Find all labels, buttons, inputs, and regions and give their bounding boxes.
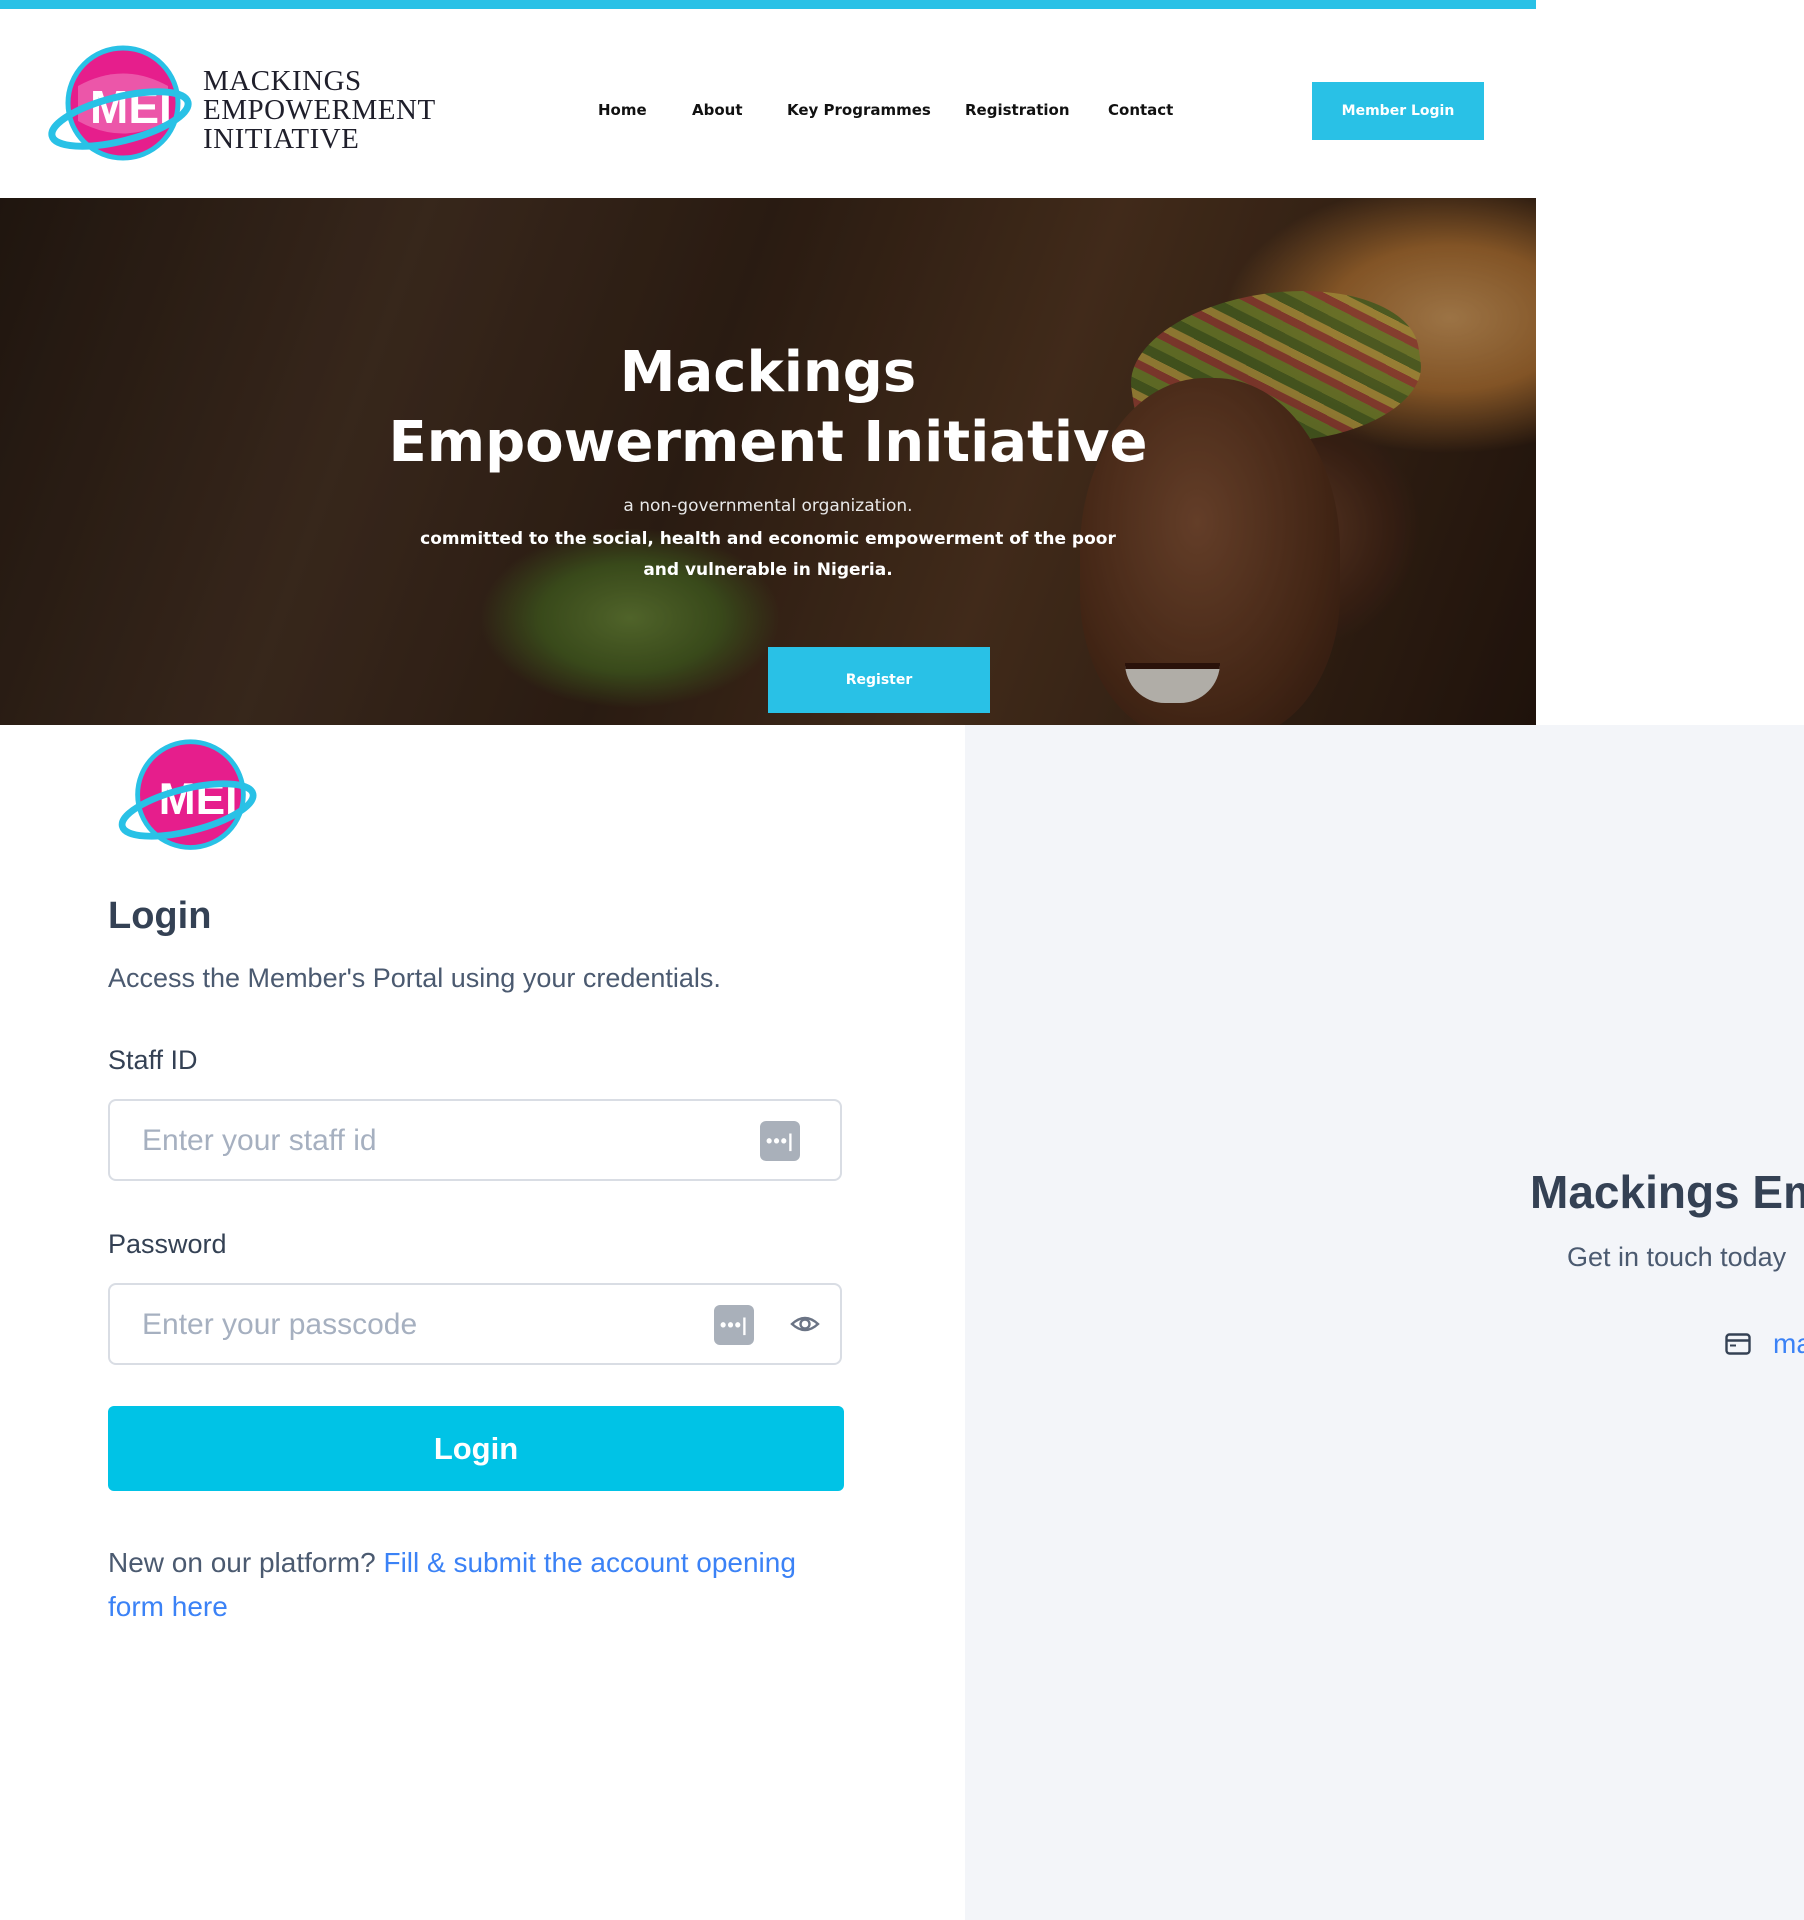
nav-home[interactable]: Home (598, 101, 647, 119)
staff-id-field[interactable]: •••| (108, 1099, 842, 1181)
mei-globe-logo-icon[interactable]: MEI (118, 735, 263, 860)
hero-subtitle: a non-governmental organization. (623, 496, 913, 516)
staff-id-input[interactable] (140, 1101, 704, 1181)
password-manager-icon[interactable]: •••| (760, 1121, 800, 1161)
site-header: MEI MACKINGS EMPOWERMENT INITIATIVE Home… (0, 9, 1536, 198)
contact-email-link[interactable]: ma (1773, 1328, 1804, 1360)
brand-line-2: EMPOWERMENT (203, 94, 436, 126)
password-manager-icon[interactable]: •••| (714, 1305, 754, 1345)
password-input[interactable] (140, 1285, 704, 1365)
hero-banner: Mackings Empowerment Initiative a non-go… (0, 198, 1536, 725)
mei-globe-logo-icon: MEI (48, 45, 192, 161)
login-title: Login (108, 895, 212, 937)
brand-wordmark: MACKINGS EMPOWERMENT INITIATIVE (203, 67, 436, 154)
hero-description: committed to the social, health and econ… (420, 529, 1116, 580)
hero-title-line-1: Mackings (619, 340, 917, 405)
brand-logo[interactable]: MEI MACKINGS EMPOWERMENT INITIATIVE (48, 41, 468, 181)
hero-title-line-2: Empowerment Initiative (388, 410, 1148, 475)
contact-subtitle: Get in touch today (1567, 1242, 1787, 1272)
contact-title: Mackings Em (1530, 1166, 1804, 1218)
contact-panel: Mackings Em Get in touch today ma (965, 725, 1804, 1920)
login-panel: MEI Login Access the Member's Portal usi… (0, 725, 965, 1920)
member-login-button[interactable]: Member Login (1312, 82, 1484, 140)
login-description: Access the Member's Portal using your cr… (108, 963, 721, 993)
nav-key-programmes[interactable]: Key Programmes (787, 101, 931, 119)
brand-line-3: INITIATIVE (203, 123, 360, 155)
login-submit-button[interactable]: Login (108, 1406, 844, 1491)
signup-prompt: New on our platform? Fill & submit the a… (108, 1541, 848, 1629)
password-label: Password (108, 1229, 227, 1259)
nav-registration[interactable]: Registration (965, 101, 1070, 119)
top-accent-bar (0, 0, 1536, 9)
signup-prompt-text: New on our platform? (108, 1547, 376, 1578)
password-field[interactable]: •••| (108, 1283, 842, 1365)
staff-id-label: Staff ID (108, 1045, 198, 1075)
show-password-eye-icon[interactable] (790, 1311, 820, 1337)
nav-contact[interactable]: Contact (1108, 101, 1173, 119)
hero-title: Mackings Empowerment Initiative (0, 338, 1536, 478)
register-button[interactable]: Register (768, 647, 990, 713)
mail-icon (1725, 1333, 1751, 1355)
nav-about[interactable]: About (692, 101, 743, 119)
brand-line-1: MACKINGS (203, 65, 362, 97)
